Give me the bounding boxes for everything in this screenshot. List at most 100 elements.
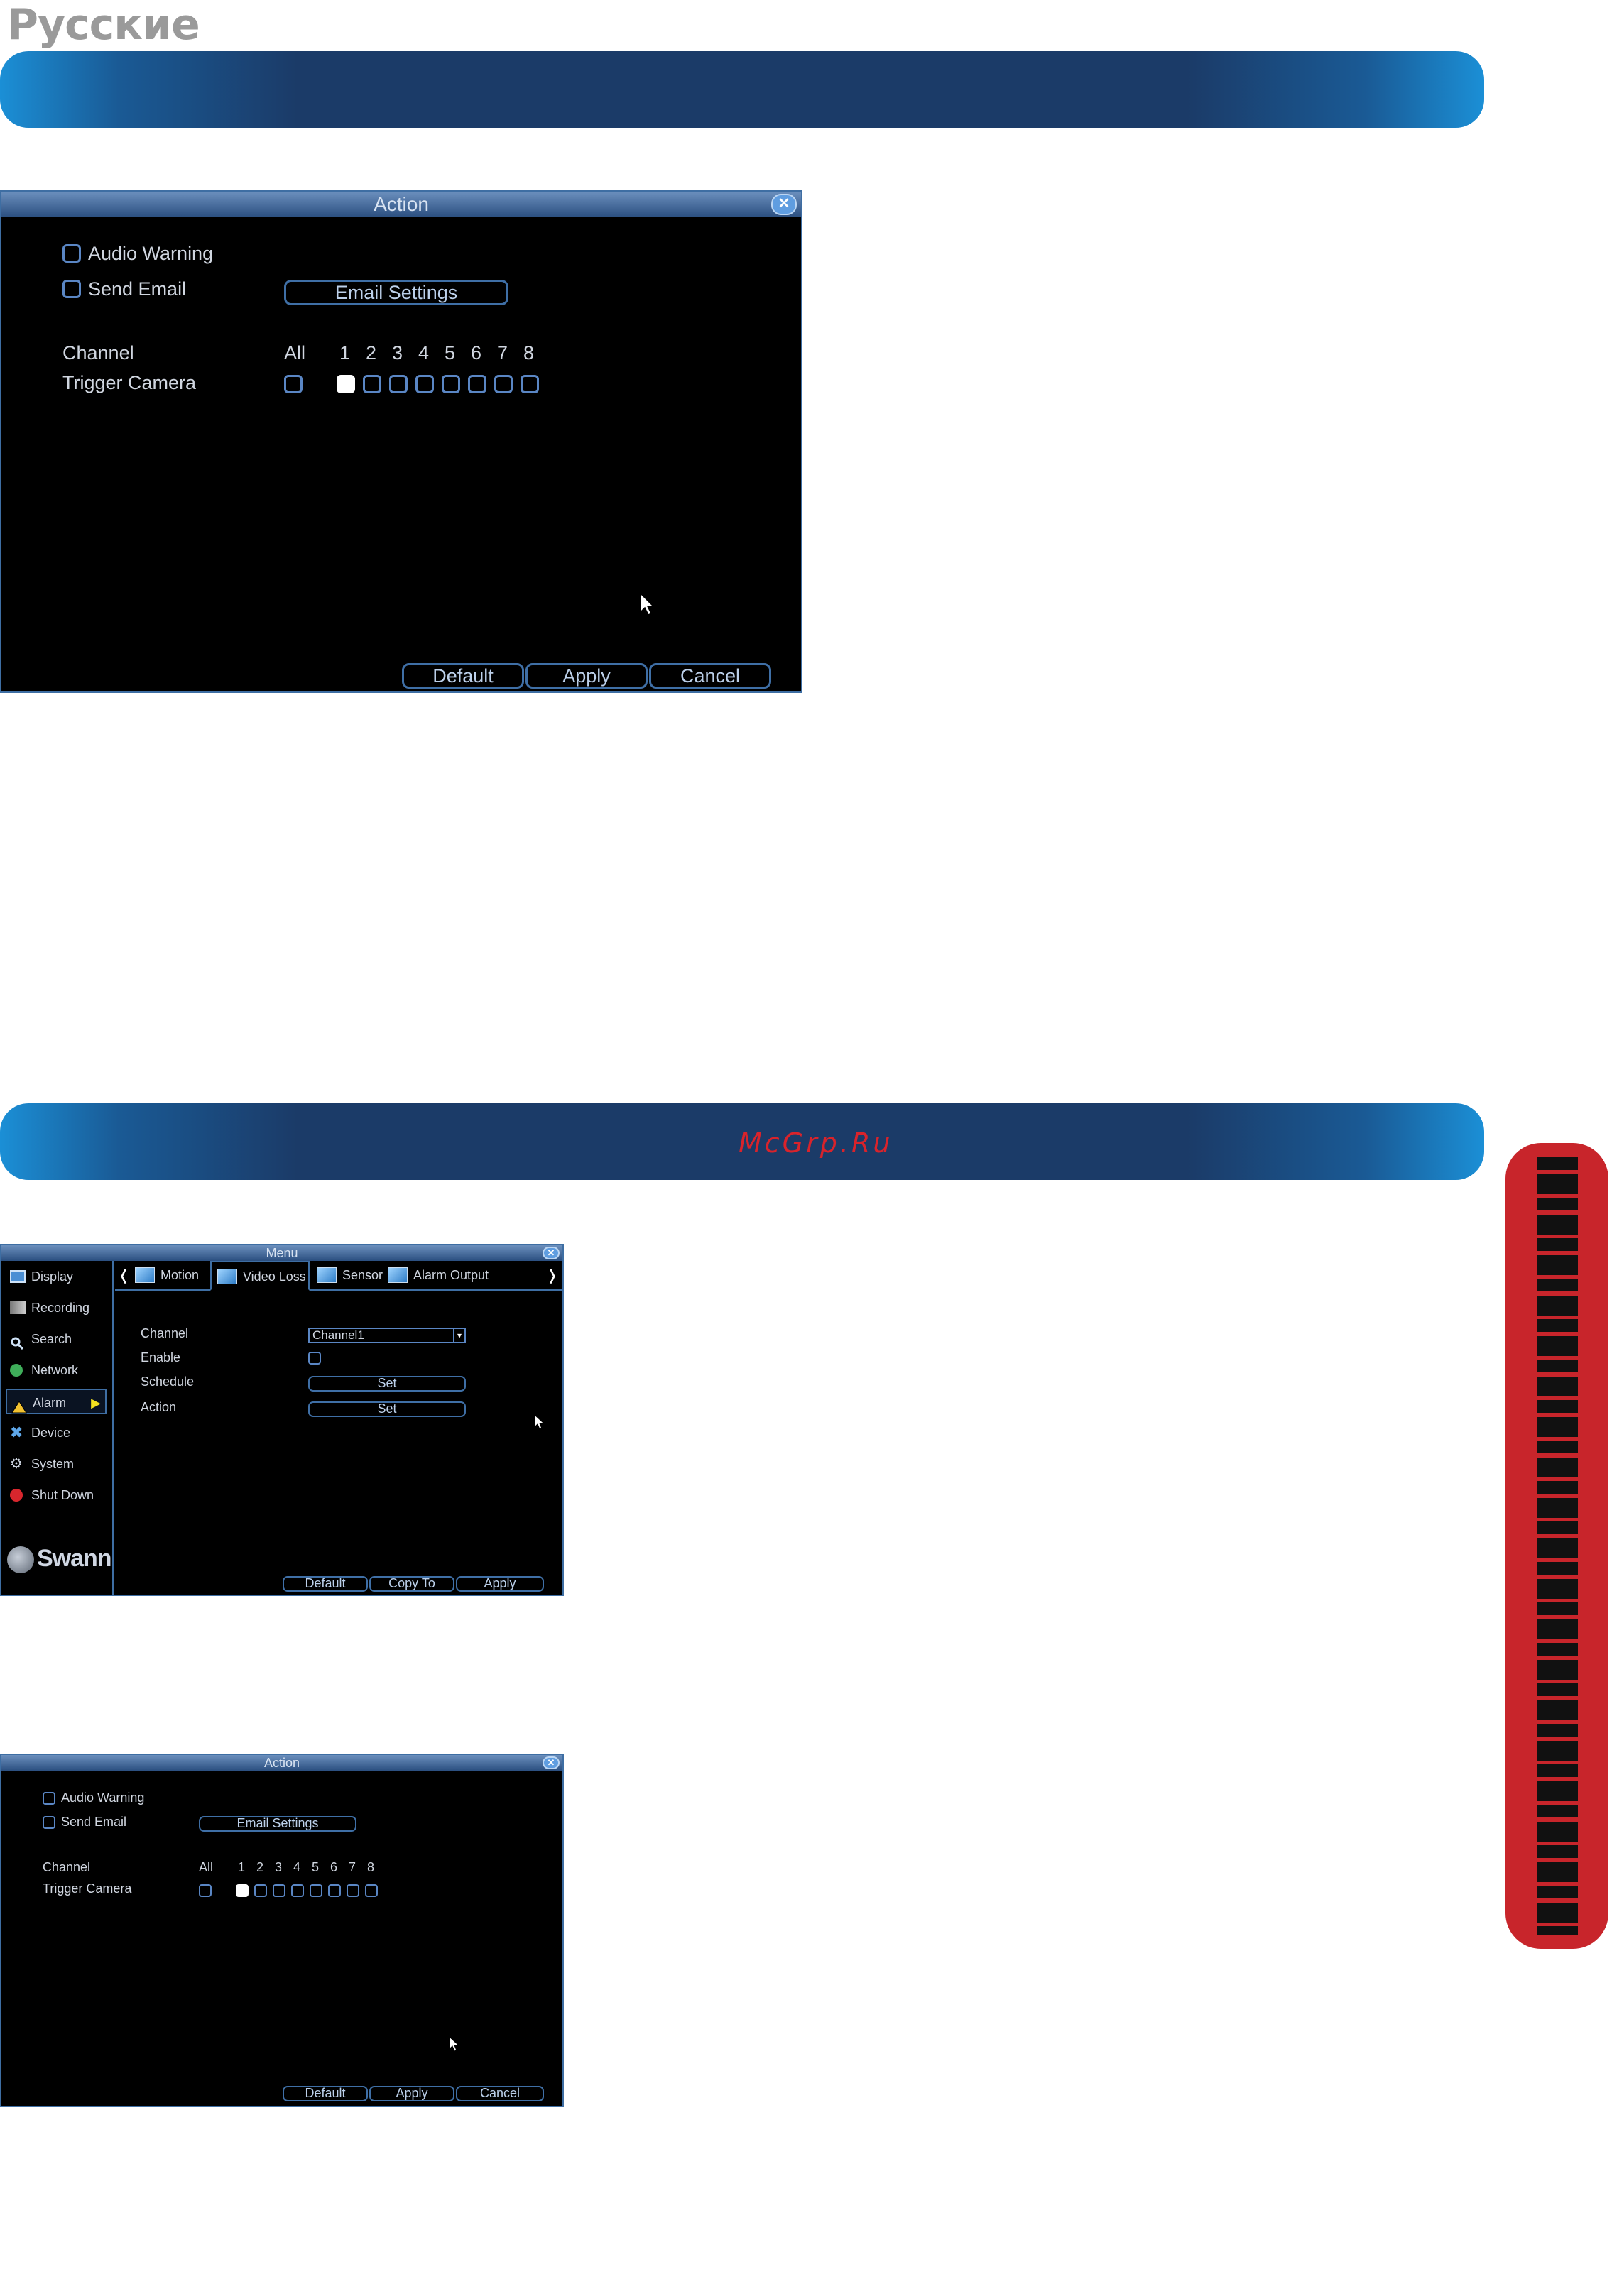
sidebar-item-label: Display [31, 1269, 74, 1284]
all-label: All [199, 1860, 214, 1874]
trigger-channel-3-checkbox[interactable] [389, 375, 408, 393]
channel-number-7: 7 [497, 342, 508, 363]
sidebar-item-alarm[interactable]: Alarm ▶ [6, 1389, 107, 1414]
channel-number-2: 2 [256, 1860, 264, 1874]
trigger-channel-2-checkbox[interactable] [254, 1884, 267, 1897]
sidebar-item-search[interactable]: Search [6, 1326, 107, 1352]
channel-number-4: 4 [418, 342, 430, 363]
watermark-text: McGrp.Ru [739, 1127, 893, 1159]
close-icon[interactable]: ✕ [543, 1247, 560, 1259]
menu-window: Menu ✕ Display Recording Search Network … [0, 1244, 564, 1596]
trigger-camera-label: Trigger Camera [62, 372, 197, 393]
sidebar-item-display[interactable]: Display [6, 1264, 107, 1289]
shutdown-icon [10, 1489, 23, 1502]
trigger-channel-1-checkbox[interactable] [337, 375, 355, 393]
network-icon [10, 1364, 23, 1377]
sidebar-item-shutdown[interactable]: Shut Down [6, 1482, 107, 1508]
motion-icon [135, 1267, 155, 1283]
sidebar-item-network[interactable]: Network [6, 1357, 107, 1383]
chevron-right-icon: ▶ [91, 1396, 101, 1410]
enable-checkbox[interactable] [308, 1352, 321, 1365]
trigger-channel-8-checkbox[interactable] [365, 1884, 378, 1897]
email-settings-button[interactable]: Email Settings [199, 1816, 356, 1832]
tab-label: Motion [160, 1268, 200, 1282]
chevron-right-icon[interactable]: ❭ [546, 1267, 558, 1284]
sidebar-item-device[interactable]: ✖ Device [6, 1420, 107, 1445]
tab-video-loss[interactable]: Video Loss [210, 1261, 310, 1291]
sidebar-item-label: System [31, 1457, 75, 1471]
audio-warning-checkbox[interactable] [43, 1792, 55, 1805]
system-icon: ⚙ [10, 1456, 23, 1472]
send-email-label: Send Email [88, 278, 187, 300]
search-icon [10, 1333, 26, 1350]
trigger-channel-7-checkbox[interactable] [347, 1884, 359, 1897]
channel-label: Channel [62, 342, 134, 363]
apply-button[interactable]: Apply [525, 663, 648, 689]
trigger-channel-4-checkbox[interactable] [415, 375, 434, 393]
copy-to-button[interactable]: Copy To [369, 1576, 454, 1592]
chevron-left-icon[interactable]: ❬ [118, 1267, 130, 1284]
apply-button[interactable]: Apply [456, 1576, 544, 1592]
trigger-channel-2-checkbox[interactable] [363, 375, 381, 393]
close-icon[interactable]: ✕ [543, 1756, 560, 1769]
channel-number-6: 6 [330, 1860, 338, 1874]
trigger-channel-3-checkbox[interactable] [273, 1884, 285, 1897]
device-icon: ✖ [10, 1423, 23, 1441]
close-icon[interactable]: ✕ [771, 194, 797, 215]
cancel-button[interactable]: Cancel [649, 663, 771, 689]
apply-button[interactable]: Apply [369, 2086, 454, 2101]
trigger-all-checkbox[interactable] [199, 1884, 212, 1897]
default-button[interactable]: Default [283, 1576, 368, 1592]
sidebar-item-label: Network [31, 1363, 79, 1377]
tab-label: Video Loss [243, 1269, 306, 1284]
header-banner-top [0, 51, 1484, 128]
trigger-channel-4-checkbox[interactable] [291, 1884, 304, 1897]
tab-bar: ❬ Motion Video Loss Sensor Alarm Output … [115, 1261, 562, 1291]
trigger-channel-8-checkbox[interactable] [521, 375, 539, 393]
tab-alarm-output[interactable]: Alarm Output [382, 1261, 496, 1289]
side-tab-strip [1537, 1157, 1578, 1935]
trigger-channel-5-checkbox[interactable] [442, 375, 460, 393]
sidebar-item-label: Device [31, 1426, 71, 1440]
audio-warning-checkbox[interactable] [62, 244, 81, 263]
sidebar-item-label: Search [31, 1332, 72, 1346]
enable-label: Enable [141, 1350, 181, 1365]
default-button[interactable]: Default [402, 663, 524, 689]
action-label: Action [141, 1400, 177, 1414]
channel-select[interactable]: Channel1 ▾ [308, 1328, 466, 1343]
trigger-channel-5-checkbox[interactable] [310, 1884, 322, 1897]
window-title: Action [1, 1755, 562, 1771]
channel-number-1: 1 [238, 1860, 246, 1874]
trigger-all-checkbox[interactable] [284, 375, 303, 393]
tab-label: Alarm Output [413, 1268, 489, 1282]
trigger-channel-6-checkbox[interactable] [468, 375, 486, 393]
sidebar-item-label: Alarm [33, 1396, 67, 1410]
alarm-icon [11, 1396, 27, 1414]
alarm-output-icon [388, 1267, 408, 1283]
sidebar-item-system[interactable]: ⚙ System [6, 1451, 107, 1477]
swann-logo-icon [7, 1546, 34, 1573]
send-email-checkbox[interactable] [62, 280, 81, 298]
trigger-channel-7-checkbox[interactable] [494, 375, 513, 393]
default-button[interactable]: Default [283, 2086, 368, 2101]
schedule-set-button[interactable]: Set [308, 1376, 466, 1392]
audio-warning-label: Audio Warning [88, 243, 214, 264]
action-set-button[interactable]: Set [308, 1401, 466, 1417]
tab-sensor[interactable]: Sensor [311, 1261, 383, 1289]
channel-number-8: 8 [523, 342, 535, 363]
channel-label: Channel [43, 1860, 91, 1874]
trigger-channel-6-checkbox[interactable] [328, 1884, 341, 1897]
channel-number-2: 2 [366, 342, 377, 363]
send-email-checkbox[interactable] [43, 1816, 55, 1829]
trigger-channel-1-checkbox[interactable] [236, 1884, 249, 1897]
menu-sidebar: Display Recording Search Network Alarm ▶… [1, 1261, 114, 1595]
recording-icon [10, 1301, 26, 1314]
sensor-icon [317, 1267, 337, 1283]
sidebar-item-recording[interactable]: Recording [6, 1295, 107, 1321]
email-settings-button[interactable]: Email Settings [284, 280, 508, 305]
channel-label: Channel [141, 1326, 189, 1340]
window-title: Menu [1, 1245, 562, 1261]
cancel-button[interactable]: Cancel [456, 2086, 544, 2101]
tab-motion[interactable]: Motion [129, 1261, 214, 1289]
audio-warning-label: Audio Warning [61, 1791, 145, 1805]
